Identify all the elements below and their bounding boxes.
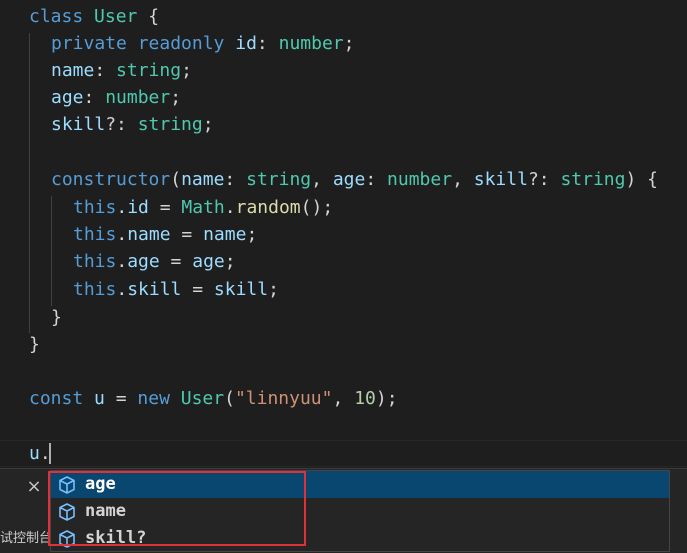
code-line-2: private readonly id: number; — [51, 33, 355, 54]
suggestion-item-name[interactable]: name — [51, 498, 669, 525]
cube-icon — [59, 475, 75, 494]
code-line-7: constructor(name: string, age: number, s… — [51, 169, 658, 190]
suggestion-label: name — [85, 501, 126, 521]
code-line-4: age: number; — [51, 87, 182, 108]
code-line-5: skill?: string; — [51, 114, 214, 135]
suggestion-label: skill? — [85, 528, 147, 548]
close-icon[interactable]: × — [24, 475, 44, 499]
code-line-15: const u = new User("linnyuu", 10); — [29, 388, 398, 409]
code-line-12: } — [51, 307, 62, 328]
suggestion-item-skill[interactable]: skill? — [51, 525, 669, 552]
current-line-highlight — [0, 440, 687, 467]
cube-icon — [59, 502, 75, 521]
code-line-10: this.age = age; — [73, 251, 236, 272]
suggestion-item-age[interactable]: age — [51, 471, 669, 498]
suggestion-label: age — [85, 474, 116, 494]
panel-tab-label[interactable]: 试控制台 — [0, 528, 48, 550]
code-line-1: class User { — [29, 6, 160, 27]
cube-icon — [59, 529, 75, 548]
code-line-17[interactable]: u. — [29, 440, 51, 467]
indent-guide — [29, 33, 30, 333]
code-line-13: } — [29, 334, 40, 355]
text-cursor — [49, 443, 51, 464]
suggestion-widget[interactable]: age name skill? — [50, 470, 670, 552]
code-line-8: this.id = Math.random(); — [73, 197, 334, 218]
indent-guide — [51, 196, 52, 306]
code-line-9: this.name = name; — [73, 224, 258, 245]
code-line-11: this.skill = skill; — [73, 279, 279, 300]
code-line-3: name: string; — [51, 60, 192, 81]
